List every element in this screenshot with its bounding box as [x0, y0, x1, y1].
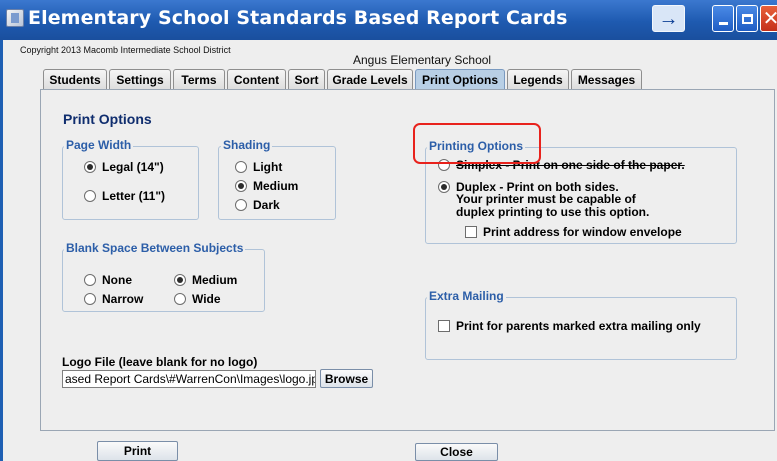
copyright-text: Copyright 2013 Macomb Intermediate Schoo… [20, 45, 231, 55]
shading-light-option[interactable]: Light [235, 160, 282, 174]
school-name: Angus Elementary School [353, 53, 492, 67]
radio-unselected[interactable] [235, 199, 247, 211]
extra-mailing-checkbox[interactable]: Print for parents marked extra mailing o… [438, 319, 701, 333]
logo-file-label: Logo File (leave blank for no logo) [62, 355, 258, 369]
option-label: None [102, 273, 132, 287]
page-width-label: Page Width [64, 138, 134, 152]
tab-sort[interactable]: Sort [288, 69, 325, 90]
radio-unselected[interactable] [84, 293, 96, 305]
page-width-letter-option[interactable]: Letter (11") [84, 189, 165, 203]
page-width-group [62, 146, 199, 220]
shading-label: Shading [221, 138, 273, 152]
tab-print-options[interactable]: Print Options [415, 69, 505, 90]
option-label: Print address for window envelope [483, 225, 682, 239]
option-label: Letter (11") [102, 189, 166, 203]
duplex-note-line-2: duplex printing to use this option. [456, 205, 650, 219]
radio-selected[interactable] [174, 274, 186, 286]
radio-unselected[interactable] [235, 161, 247, 173]
radio-unselected[interactable] [84, 190, 96, 202]
checkbox[interactable] [465, 226, 477, 238]
browse-button[interactable]: Browse [320, 369, 373, 388]
blank-space-wide-option[interactable]: Wide [174, 292, 221, 306]
radio-selected[interactable] [438, 181, 450, 193]
blank-space-none-option[interactable]: None [84, 273, 132, 287]
radio-unselected[interactable] [174, 293, 186, 305]
option-label: Medium [253, 179, 299, 193]
close-window-button[interactable]: ✕ [760, 5, 777, 32]
tab-settings[interactable]: Settings [109, 69, 171, 90]
option-label: Print for parents marked extra mailing o… [456, 319, 701, 333]
option-label: Light [253, 160, 283, 174]
panel-title: Print Options [63, 111, 152, 127]
close-button[interactable]: Close [415, 443, 498, 461]
shading-dark-option[interactable]: Dark [235, 198, 280, 212]
radio-selected[interactable] [235, 180, 247, 192]
option-label: Medium [192, 273, 238, 287]
window-title: Elementary School Standards Based Report… [28, 7, 568, 29]
maximize-button[interactable] [736, 5, 758, 32]
extra-mailing-label: Extra Mailing [427, 289, 506, 303]
print-button[interactable]: Print [97, 441, 178, 461]
maximize-icon [741, 13, 753, 24]
radio-selected[interactable] [84, 161, 96, 173]
app-window: Elementary School Standards Based Report… [0, 0, 777, 461]
app-icon [6, 9, 24, 27]
page-width-legal-option[interactable]: Legal (14") [84, 160, 164, 174]
tab-content[interactable]: Content [227, 69, 286, 90]
window-envelope-checkbox[interactable]: Print address for window envelope [465, 225, 682, 239]
tab-students[interactable]: Students [43, 69, 107, 90]
minimize-icon [718, 22, 728, 25]
option-label: Dark [253, 198, 280, 212]
radio-unselected[interactable] [84, 274, 96, 286]
shading-medium-option[interactable]: Medium [235, 179, 298, 193]
tab-terms[interactable]: Terms [173, 69, 225, 90]
highlight-annotation [413, 123, 541, 164]
blank-space-label: Blank Space Between Subjects [64, 241, 246, 255]
logo-file-input[interactable]: ased Report Cards\#WarrenCon\Images\logo… [62, 370, 316, 388]
option-label: Legal (14") [102, 160, 164, 174]
blank-space-narrow-option[interactable]: Narrow [84, 292, 143, 306]
tab-messages[interactable]: Messages [571, 69, 642, 90]
arrow-right-icon[interactable]: → [652, 5, 685, 32]
close-icon: ✕ [762, 7, 777, 30]
checkbox[interactable] [438, 320, 450, 332]
tab-grade-levels[interactable]: Grade Levels [327, 69, 413, 90]
tab-legends[interactable]: Legends [507, 69, 569, 90]
option-label: Narrow [102, 292, 144, 306]
title-bar: Elementary School Standards Based Report… [0, 0, 777, 40]
blank-space-medium-option[interactable]: Medium [174, 273, 237, 287]
option-label: Wide [192, 292, 221, 306]
minimize-button[interactable] [712, 5, 734, 32]
